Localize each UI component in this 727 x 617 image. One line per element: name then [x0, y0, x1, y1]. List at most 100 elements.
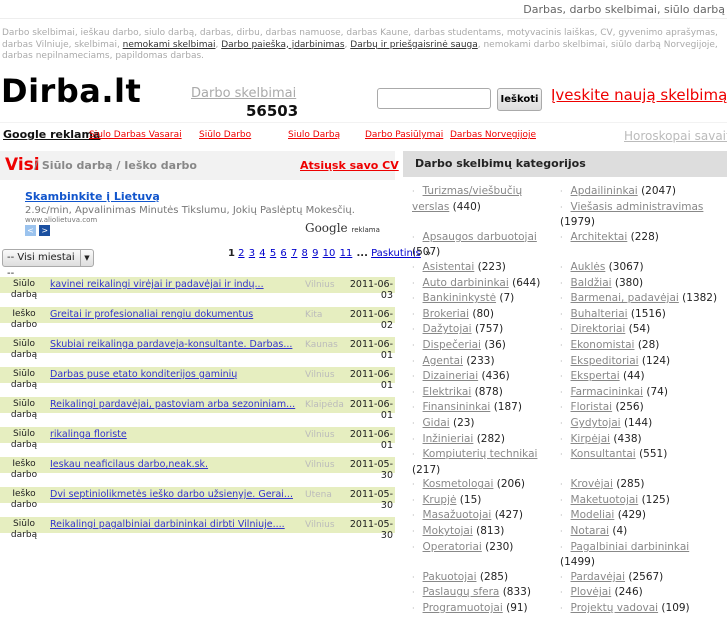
horoscope-link[interactable]: Horoskopai savaitei: [624, 129, 727, 143]
page-link[interactable]: 11: [340, 248, 353, 259]
link-nemokami-skelbimai[interactable]: nemokami skelbimai: [123, 40, 216, 50]
category-link[interactable]: Notarai: [571, 525, 610, 537]
category-row: · Kompiuterių technikai (217) · Konsultanta…: [412, 447, 727, 477]
category-link[interactable]: Plovėjai: [571, 586, 612, 598]
category-item: · Bankininkystė (7): [412, 291, 560, 307]
category-link[interactable]: Masažuotojai: [423, 509, 492, 521]
category-link[interactable]: Elektrikai: [423, 386, 472, 398]
category-link[interactable]: Pardavėjai: [571, 571, 625, 583]
search-input[interactable]: [377, 88, 491, 109]
tab-seeks[interactable]: Ieško darbo: [124, 159, 197, 172]
category-link[interactable]: Mokytojai: [423, 525, 473, 537]
category-link[interactable]: Baldžiai: [571, 277, 612, 289]
category-count: (217): [412, 463, 441, 476]
category-link[interactable]: Gidai: [423, 417, 450, 429]
category-link[interactable]: Ekspeditoriai: [571, 355, 639, 367]
page-link[interactable]: 10: [323, 248, 336, 259]
link-darbo-paieska[interactable]: Darbo paieška, įdarbinimas: [221, 40, 344, 50]
category-link[interactable]: Brokeriai: [423, 308, 469, 320]
category-link[interactable]: Agentai: [423, 355, 463, 367]
send-cv-link[interactable]: Atsiųsk savo CV: [300, 159, 399, 172]
listing-title-link[interactable]: Dvi septiniolikmetės ieško darbo užsieny…: [50, 489, 293, 500]
nav-link[interactable]: Siūlo Darbo: [199, 130, 251, 140]
bullet-icon: ·: [560, 232, 563, 242]
city-select[interactable]: -- Visi miestai -- ▼: [2, 249, 94, 279]
page-link[interactable]: 5: [270, 248, 276, 259]
category-item: · Architektai (228): [560, 230, 727, 246]
category-link[interactable]: Dizaineriai: [423, 370, 479, 382]
listing-title-link[interactable]: Darbas puse etato konditerijos gaminių: [50, 369, 237, 380]
category-link[interactable]: Buhalteriai: [571, 308, 628, 320]
category-link[interactable]: Ekonomistai: [571, 339, 635, 351]
nav-link[interactable]: Darbo Pasiūlymai: [365, 130, 443, 140]
category-link[interactable]: Pakuotojai: [423, 571, 477, 583]
category-link[interactable]: Architektai: [571, 231, 628, 243]
listing-title-link[interactable]: Greitai ir profesionaliai rengiu dokumen…: [50, 309, 253, 320]
category-cell: · Dispečeriai (36): [412, 338, 560, 354]
site-logo[interactable]: Dirba.lt: [1, 72, 141, 110]
counter-label[interactable]: Darbo skelbimai: [191, 86, 296, 101]
category-link[interactable]: Apdailininkai: [571, 185, 638, 197]
category-link[interactable]: Auto darbininkai: [423, 277, 509, 289]
category-link[interactable]: Maketuotojai: [571, 494, 639, 506]
category-link[interactable]: Farmacininkai: [571, 386, 643, 398]
listing-title-link[interactable]: Reikalingi pardavėjai, pastoviam arba se…: [50, 399, 295, 410]
category-link[interactable]: Auklės: [571, 261, 606, 273]
google-ads-logo: Google reklama: [305, 221, 380, 235]
page-link[interactable]: 9: [312, 248, 318, 259]
listing-type: Siūlo darbą: [10, 339, 38, 360]
category-link[interactable]: Gydytojai: [571, 417, 621, 429]
listing-title-link[interactable]: Reikalingi pagalbiniai darbininkai dirbt…: [50, 519, 285, 530]
category-link[interactable]: Asistentai: [423, 261, 475, 273]
category-link[interactable]: Modeliai: [571, 509, 615, 521]
chevron-left-icon[interactable]: <: [25, 225, 36, 236]
listing-title-link[interactable]: Skubiai reikalinga pardaveja-konsultante…: [50, 339, 292, 350]
category-link[interactable]: Kirpėjai: [571, 433, 611, 445]
category-link[interactable]: Inžinieriai: [423, 433, 474, 445]
category-link[interactable]: Apsaugos darbuotojai: [423, 231, 537, 243]
category-link[interactable]: Krovėjai: [571, 478, 613, 490]
page-link[interactable]: 4: [259, 248, 265, 259]
category-link[interactable]: Finansininkai: [423, 401, 491, 413]
category-link[interactable]: Dispečeriai: [423, 339, 481, 351]
category-link[interactable]: Bankininkystė: [423, 292, 497, 304]
chevron-right-icon[interactable]: >: [39, 225, 51, 236]
page-link[interactable]: 7: [291, 248, 297, 259]
category-link[interactable]: Projektų vadovai: [571, 602, 659, 614]
listing-title-link[interactable]: kavinei reikalingi virėjai ir padavėjai …: [50, 279, 264, 290]
listing-table: Siūlo darbą kavinei reikalingi virėjai ir…: [0, 277, 395, 547]
category-row: · Operatoriai (230) · Pagalbiniai darbinink…: [412, 540, 727, 570]
category-link[interactable]: Paslaugų sfera: [423, 586, 500, 598]
category-link[interactable]: Pagalbiniai darbininkai: [571, 541, 690, 553]
category-link[interactable]: Ekspertai: [571, 370, 620, 382]
nav-link[interactable]: Darbas Norvegijoje: [450, 130, 536, 140]
nav-link[interactable]: Siulo Darbą: [288, 130, 340, 140]
ad-title[interactable]: Skambinkite į Lietuvą: [25, 190, 160, 203]
category-link[interactable]: Operatoriai: [423, 541, 482, 553]
nav-link[interactable]: Siulo Darbas Vasarai: [89, 130, 182, 140]
category-link[interactable]: Programuotojai: [423, 602, 503, 614]
page-link[interactable]: 6: [280, 248, 286, 259]
google-ads-link[interactable]: Google reklama: [3, 128, 100, 141]
category-cell: · Bankininkystė (7): [412, 291, 560, 307]
page-link[interactable]: 8: [302, 248, 308, 259]
category-link[interactable]: Floristai: [571, 401, 613, 413]
category-link[interactable]: Barmenai, padavėjai: [571, 292, 679, 304]
category-link[interactable]: Viešasis administravimas: [571, 201, 704, 213]
link-darbu-sauga[interactable]: Darbų ir priešgaisrinė sauga: [350, 40, 477, 50]
category-link[interactable]: Kompiuterių technikai: [423, 448, 538, 460]
new-ad-link[interactable]: Įveskite naują skelbimą: [551, 86, 727, 104]
bullet-icon: ·: [560, 278, 563, 288]
listing-title-link[interactable]: Ieskau neaficilaus darbo,neak.sk.: [50, 459, 208, 470]
search-button[interactable]: Ieškoti: [497, 88, 542, 111]
category-link[interactable]: Direktoriai: [571, 323, 626, 335]
page-link[interactable]: 3: [249, 248, 255, 259]
category-link[interactable]: Dažytojai: [423, 323, 472, 335]
category-link[interactable]: Kosmetologai: [423, 478, 494, 490]
category-link[interactable]: Krupjė: [423, 494, 457, 506]
category-cell: · Krovėjai (285): [560, 477, 727, 493]
listing-title-link[interactable]: rikalinga floriste: [50, 429, 127, 440]
category-link[interactable]: Konsultantai: [571, 448, 636, 460]
tab-offers[interactable]: Siūlo darbą: [42, 159, 113, 172]
page-link[interactable]: 2: [238, 248, 244, 259]
